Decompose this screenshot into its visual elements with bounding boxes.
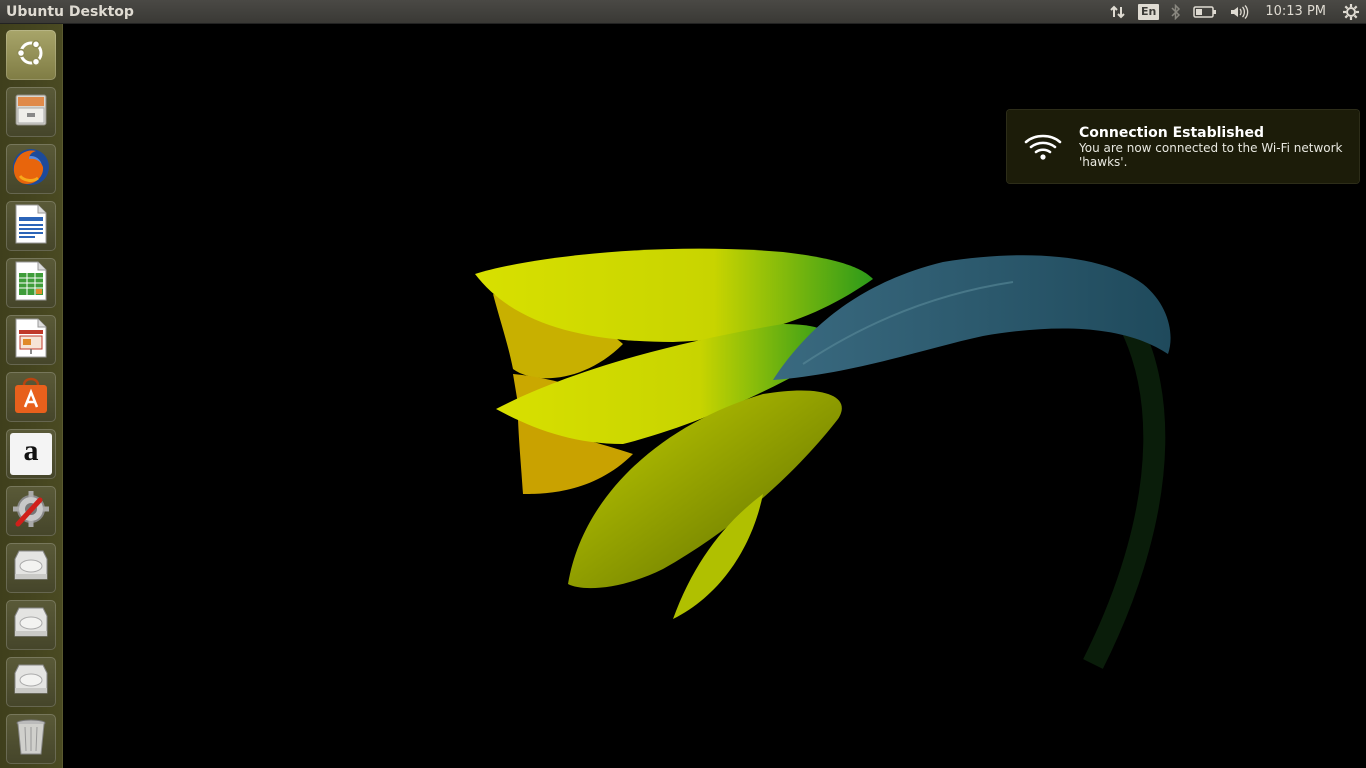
- launcher-dash-home[interactable]: [6, 30, 56, 80]
- bluetooth-indicator[interactable]: [1165, 0, 1187, 24]
- notification-bubble: Connection Established You are now conne…: [1007, 110, 1359, 183]
- file-cabinet-icon: [11, 90, 51, 134]
- launcher-system-settings[interactable]: [6, 486, 56, 536]
- notification-text: Connection Established You are now conne…: [1079, 110, 1349, 169]
- wifi-icon: [1007, 110, 1079, 183]
- amazon-glyph: a: [23, 434, 39, 467]
- notification-title: Connection Established: [1079, 125, 1265, 141]
- volume-indicator[interactable]: [1223, 0, 1255, 24]
- launcher-drive-2[interactable]: [6, 600, 56, 650]
- bluetooth-icon: [1171, 3, 1181, 20]
- battery-indicator[interactable]: [1187, 0, 1223, 24]
- launcher-ubuntu-software-center[interactable]: [6, 372, 56, 422]
- indicator-area: En 10:13 PM: [1104, 0, 1366, 24]
- launcher-drive-3[interactable]: [6, 657, 56, 707]
- network-indicator[interactable]: [1104, 0, 1132, 24]
- firefox-icon: [10, 146, 52, 192]
- software-bag-icon: [11, 375, 51, 419]
- launcher-files[interactable]: [6, 87, 56, 137]
- calc-spreadsheet-icon: [12, 260, 50, 306]
- launcher-libreoffice-writer[interactable]: [6, 201, 56, 251]
- launcher-amazon[interactable]: a: [6, 429, 56, 479]
- battery-icon: [1193, 5, 1217, 19]
- volume-icon: [1229, 4, 1249, 20]
- system-gear-icon: [1342, 3, 1360, 21]
- launcher-trash[interactable]: [6, 714, 56, 764]
- trash-icon: [14, 717, 48, 761]
- top-panel: Ubuntu Desktop En 10:13 PM: [0, 0, 1366, 24]
- launcher-firefox[interactable]: [6, 144, 56, 194]
- window-title: Ubuntu Desktop: [6, 3, 134, 20]
- launcher-libreoffice-impress[interactable]: [6, 315, 56, 365]
- settings-wrench-icon: [10, 488, 52, 534]
- launcher: a: [0, 24, 63, 768]
- launcher-drive-1[interactable]: [6, 543, 56, 593]
- keyboard-language-icon: En: [1137, 3, 1160, 20]
- impress-presentation-icon: [12, 317, 50, 363]
- keyboard-indicator[interactable]: En: [1132, 0, 1165, 24]
- amazon-icon: a: [10, 433, 52, 475]
- notification-body: You are now connected to the Wi-Fi netwo…: [1079, 141, 1343, 169]
- writer-document-icon: [12, 203, 50, 249]
- session-indicator[interactable]: [1336, 0, 1366, 24]
- hard-drive-icon: [11, 663, 51, 701]
- hard-drive-icon: [11, 549, 51, 587]
- hard-drive-icon: [11, 606, 51, 644]
- ubuntu-logo-icon: [14, 36, 48, 74]
- launcher-libreoffice-calc[interactable]: [6, 258, 56, 308]
- clock[interactable]: 10:13 PM: [1255, 4, 1336, 19]
- network-transfer-icon: [1110, 4, 1126, 20]
